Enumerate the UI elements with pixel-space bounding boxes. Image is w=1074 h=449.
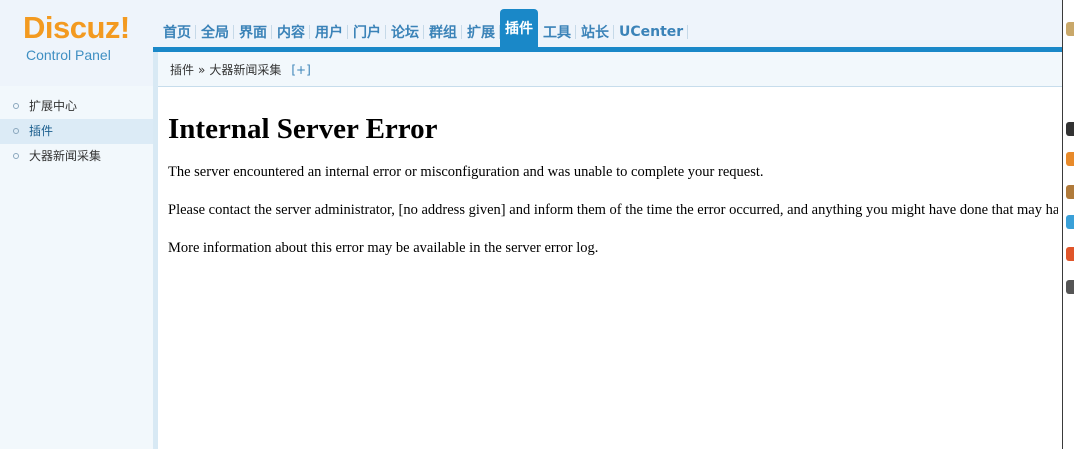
app-icon[interactable] [1066, 215, 1074, 229]
app-icon[interactable] [1066, 122, 1074, 136]
error-log-message: More information about this error may be… [168, 240, 599, 256]
add-shortcut-button[interactable]: [+] [291, 63, 310, 77]
sidebar-item-plugin[interactable]: 插件 [0, 119, 153, 144]
logo-subtitle: Control Panel [26, 47, 111, 63]
top-nav: 首页 全局 界面 内容 用户 门户 论坛 群组 扩展 插件 工具 站长 UCen… [158, 9, 689, 47]
logo-wordmark: Discuz! [23, 10, 130, 45]
sidebar-item-label: 插件 [29, 124, 54, 138]
main-content: Internal Server Error The server encount… [168, 100, 1058, 440]
app-icon[interactable] [1066, 185, 1074, 199]
app-icon[interactable] [1066, 22, 1074, 36]
error-contact-message: Please contact the server administrator,… [168, 202, 1058, 218]
app-icon[interactable] [1066, 280, 1074, 294]
nav-style[interactable]: 界面 [234, 17, 272, 47]
sidebar-item-extension-center[interactable]: 扩展中心 [0, 94, 153, 119]
breadcrumb-bar: 插件 » 大器新闻采集 [+] [158, 52, 1062, 87]
logo[interactable]: Discuz! Control Panel [0, 0, 153, 86]
breadcrumb: 插件 » 大器新闻采集 [+] [170, 61, 315, 78]
sidebar: 扩展中心 插件 大器新闻采集 [0, 86, 153, 449]
nav-ucenter[interactable]: UCenter [614, 17, 689, 47]
breadcrumb-separator: » [198, 62, 206, 77]
nav-tools[interactable]: 工具 [538, 17, 576, 47]
error-title: Internal Server Error [168, 113, 438, 145]
bullet-icon [13, 128, 19, 134]
breadcrumb-item-plugin[interactable]: 插件 [170, 61, 194, 78]
sidebar-item-label: 大器新闻采集 [29, 149, 102, 163]
sidebar-item-label: 扩展中心 [29, 99, 78, 113]
sidebar-divider [153, 52, 158, 449]
nav-forum[interactable]: 论坛 [386, 17, 424, 47]
nav-home[interactable]: 首页 [158, 17, 196, 47]
nav-plugin[interactable]: 插件 [500, 9, 538, 47]
breadcrumb-item-current: 大器新闻采集 [209, 63, 282, 77]
nav-group[interactable]: 群组 [424, 17, 462, 47]
bullet-icon [13, 103, 19, 109]
bullet-icon [13, 153, 19, 159]
app-icon[interactable] [1066, 247, 1074, 261]
nav-user[interactable]: 用户 [310, 17, 348, 47]
error-message: The server encountered an internal error… [168, 164, 764, 180]
nav-extend[interactable]: 扩展 [462, 17, 500, 47]
sidebar-item-news-collector[interactable]: 大器新闻采集 [0, 144, 153, 169]
app-icon[interactable] [1066, 152, 1074, 166]
nav-content[interactable]: 内容 [272, 17, 310, 47]
nav-global[interactable]: 全局 [196, 17, 234, 47]
nav-founder[interactable]: 站长 [576, 17, 614, 47]
nav-portal[interactable]: 门户 [348, 17, 386, 47]
